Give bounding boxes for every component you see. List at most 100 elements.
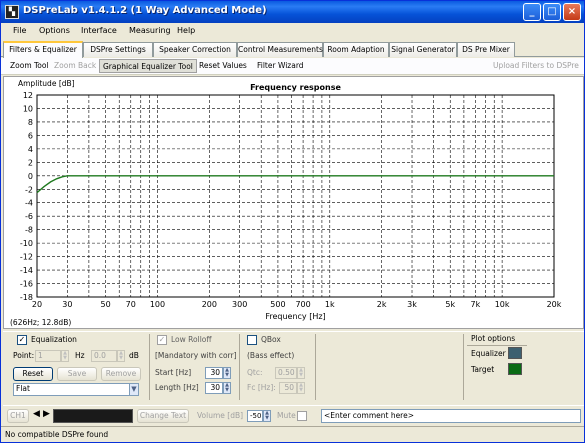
- zoom-back-button[interactable]: Zoom Back: [51, 59, 99, 73]
- point-field[interactable]: 1: [35, 350, 61, 362]
- y-tick-label: -8: [25, 226, 33, 235]
- tab-speaker-correction[interactable]: Speaker Correction: [153, 42, 237, 57]
- playback-bar: CH1 ◀ ▶ Change Text Volume [dB] -50 ▲ ▼ M…: [3, 405, 584, 424]
- reset-values-button[interactable]: Reset Values: [196, 59, 250, 73]
- hz-field[interactable]: 0.0: [91, 350, 117, 362]
- menu-bar: File Options Interface Measuring Help: [1, 23, 584, 39]
- divider: [239, 334, 240, 400]
- x-tick-label: 20k: [547, 300, 562, 309]
- x-tick-label: 2k: [377, 300, 387, 309]
- y-tick-label: -4: [25, 199, 33, 208]
- y-tick-label: 2: [28, 158, 33, 167]
- preset-select[interactable]: Flat: [13, 383, 133, 396]
- menu-interface[interactable]: Interface: [81, 26, 117, 35]
- tab-room-adaption[interactable]: Room Adaption: [323, 42, 389, 57]
- volume-stepper[interactable]: ▲ ▼: [263, 410, 271, 422]
- tab-signal-generator[interactable]: Signal Generator: [389, 42, 457, 57]
- divider: [467, 345, 527, 346]
- tab-strip: Filters & Equalizer DSPre Settings Speak…: [1, 41, 584, 58]
- point-stepper[interactable]: ▲ ▼: [61, 350, 69, 362]
- save-button[interactable]: Save: [57, 367, 97, 381]
- chart-svg: 121086420-2-4-6-8-10-12-14-16-1820 30 50 70…: [10, 79, 562, 327]
- start-hz-stepper[interactable]: ▲ ▼: [223, 367, 231, 379]
- cursor-readout: (626Hz; 12.8dB): [10, 318, 71, 327]
- close-button[interactable]: ×: [563, 3, 581, 21]
- tab-control-measurements[interactable]: Control Measurements: [237, 42, 323, 57]
- fc-hz-stepper[interactable]: ▲ ▼: [297, 382, 305, 394]
- x-axis-label: Frequency [Hz]: [265, 312, 325, 321]
- volume-label: Volume [dB]: [197, 411, 244, 420]
- plot-area: [36, 94, 555, 298]
- chart-title: Frequency response: [250, 83, 341, 92]
- zoom-tool-button[interactable]: Zoom Tool: [7, 59, 52, 73]
- tab-dspre-mixer[interactable]: DS Pre Mixer: [457, 42, 515, 57]
- reset-button[interactable]: Reset: [13, 367, 53, 381]
- maximize-button[interactable]: □: [543, 3, 561, 21]
- length-hz-field[interactable]: 30: [205, 382, 223, 394]
- frequency-response-chart[interactable]: 12 10 8 6 4 2 0 -2 -4 -6 -8 -10 -12 -14 -16 -18 20 30 50 70…: [3, 76, 584, 329]
- menu-options[interactable]: Options: [39, 26, 70, 35]
- x-tick-label: 7k: [471, 300, 481, 309]
- qbox-checkbox[interactable]: [247, 335, 257, 345]
- y-tick-label: -14: [20, 266, 33, 275]
- app-window: ▚ DSPreLab v1.4.1.2 (1 Way Advanced Mode…: [0, 0, 585, 443]
- status-bar: No compatible DSPre found: [1, 426, 584, 442]
- y-tick-label: -6: [25, 212, 33, 221]
- low-rolloff-label: Low Rolloff: [171, 335, 212, 344]
- fc-hz-field[interactable]: 50: [279, 382, 297, 394]
- start-hz-field[interactable]: 30: [205, 367, 223, 379]
- x-tick-label: 30: [62, 300, 72, 309]
- start-hz-label: Start [Hz]: [155, 368, 192, 377]
- qtc-field[interactable]: 0.50: [275, 367, 297, 379]
- volume-field[interactable]: -50: [247, 410, 263, 422]
- y-tick-label: 12: [23, 91, 33, 100]
- x-tick-label: 3k: [407, 300, 417, 309]
- filter-wizard-button[interactable]: Filter Wizard: [254, 59, 307, 73]
- comment-input[interactable]: <Enter comment here>: [321, 409, 581, 423]
- app-logo-icon: ▚: [5, 5, 19, 19]
- x-tick-label: 5k: [445, 300, 455, 309]
- graphical-equalizer-tool-button[interactable]: Graphical Equalizer Tool: [99, 59, 197, 73]
- target-color-swatch[interactable]: [508, 363, 522, 375]
- title-bar[interactable]: ▚ DSPreLab v1.4.1.2 (1 Way Advanced Mode…: [1, 1, 584, 23]
- y-tick-label: 10: [23, 104, 33, 113]
- length-hz-stepper[interactable]: ▲ ▼: [223, 382, 231, 394]
- menu-file[interactable]: File: [13, 26, 26, 35]
- y-tick-label: 6: [28, 131, 33, 140]
- window-title: DSPreLab v1.4.1.2 (1 Way Advanced Mode): [23, 5, 267, 16]
- hz-stepper[interactable]: ▲ ▼: [117, 350, 125, 362]
- x-tick-label: 300: [232, 300, 247, 309]
- divider: [149, 334, 150, 400]
- qtc-stepper[interactable]: ▲ ▼: [297, 367, 305, 379]
- low-rolloff-checkbox[interactable]: ✓: [157, 335, 167, 345]
- tab-dspre-settings[interactable]: DSPre Settings: [83, 42, 153, 57]
- y-tick-label: 4: [28, 145, 33, 154]
- channel-select[interactable]: CH1: [7, 409, 29, 423]
- mute-checkbox[interactable]: [297, 411, 307, 421]
- next-channel-icon[interactable]: ▶: [43, 409, 50, 419]
- x-tick-label: 10k: [495, 300, 510, 309]
- equalizer-color-swatch[interactable]: [508, 347, 522, 359]
- menu-measuring[interactable]: Measuring: [129, 26, 171, 35]
- x-tick-label: 100: [150, 300, 165, 309]
- hz-unit-label: Hz: [75, 351, 85, 360]
- status-text: No compatible DSPre found: [5, 430, 109, 439]
- menu-help[interactable]: Help: [177, 26, 195, 35]
- remove-button[interactable]: Remove: [101, 367, 141, 381]
- x-tick-label: 200: [202, 300, 217, 309]
- level-display: [53, 409, 133, 423]
- point-label: Point:: [13, 351, 35, 360]
- equalization-checkbox[interactable]: ✓: [17, 335, 27, 345]
- tab-filters-equalizer[interactable]: Filters & Equalizer: [3, 41, 83, 58]
- prev-channel-icon[interactable]: ◀: [33, 409, 40, 419]
- db-unit-label: dB: [129, 351, 139, 360]
- upload-filters-button[interactable]: Upload Filters to DSPre: [490, 59, 582, 73]
- change-text-button[interactable]: Change Text: [137, 409, 189, 423]
- y-axis-label: Amplitude [dB]: [18, 79, 75, 88]
- x-tick-label: 1k: [325, 300, 335, 309]
- minimize-button[interactable]: _: [523, 3, 541, 21]
- preset-dropdown-icon[interactable]: ▼: [129, 383, 139, 396]
- y-tick-label: 8: [28, 118, 33, 127]
- x-tick-label: 20: [32, 300, 42, 309]
- qtc-label: Qtc:: [247, 368, 263, 377]
